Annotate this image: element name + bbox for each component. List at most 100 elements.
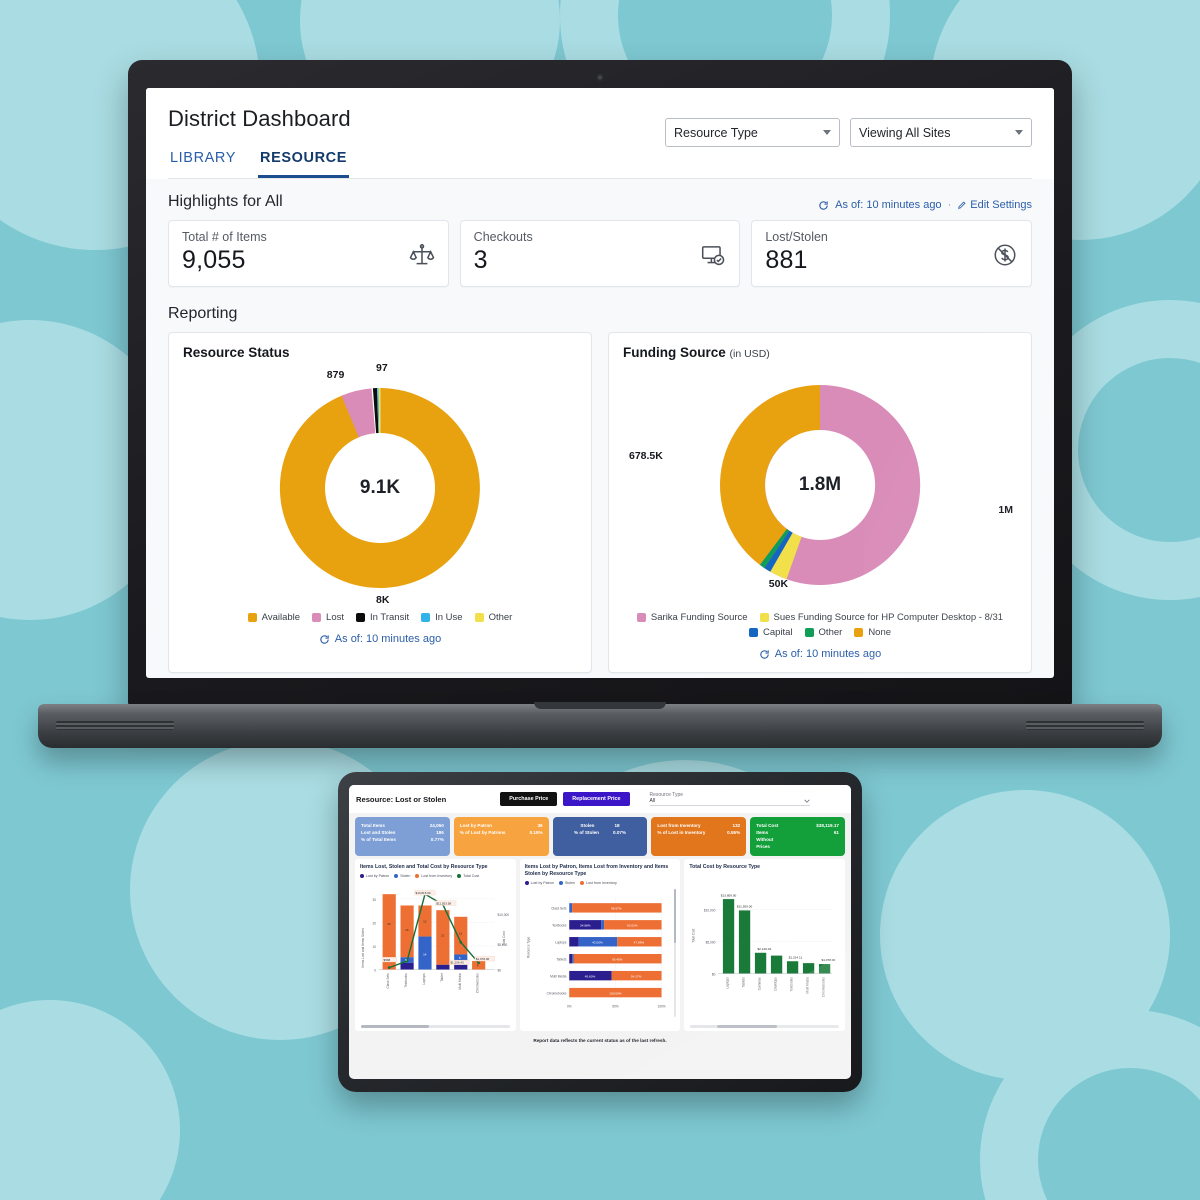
data-label-sarika: 1M [998, 504, 1013, 516]
panel3-ytick: $5,000 [706, 940, 716, 944]
svg-text:12: 12 [423, 919, 427, 923]
panel1-y2tick: $10,000 [497, 913, 509, 917]
kpi-key: Lost and Stolen [361, 830, 396, 836]
kpi-checkouts[interactable]: Checkouts 3 [459, 220, 741, 287]
price-toggle-group: Purchase Price Replacement Price [500, 792, 630, 806]
legend-item[interactable]: Available [247, 612, 300, 623]
legend-label: Sarika Funding Source [650, 612, 748, 623]
legend-item[interactable]: In Transit [356, 612, 409, 623]
legend-item[interactable]: Other [804, 627, 843, 638]
legend-item[interactable]: Sarika Funding Source [636, 612, 748, 623]
site-scope-value: Viewing All Sites [859, 125, 951, 140]
refresh-icon[interactable] [319, 634, 330, 645]
panel2-ylabel: Resource Type [526, 937, 530, 959]
data-label-available: 8K [376, 594, 390, 606]
kpi-label: Total # of Items [182, 230, 267, 244]
legend-label: Capital [762, 627, 793, 638]
kpi-line: % of Lost in Inventory 0.55% [657, 829, 740, 836]
svg-text:$13,859.00: $13,859.00 [721, 893, 737, 897]
edit-settings-label: Edit Settings [970, 199, 1032, 211]
svg-text:0%: 0% [567, 1005, 572, 1009]
scales-icon [409, 242, 435, 271]
tablet-kpi-total-items[interactable]: Total Items 24,050 Lost and Stolen 186 % o… [355, 817, 450, 856]
highlights-section: Highlights for All As of: 10 minutes ago… [146, 179, 1054, 287]
tablet-kpi-lost-from-inventory[interactable]: Lost from Inventory 132 % of Lost in Inve… [651, 817, 747, 856]
tablet-filter-value: All [649, 798, 656, 804]
panel3-scrollbar[interactable] [690, 1025, 840, 1028]
legend-item[interactable]: Lost [312, 612, 344, 623]
legend-item[interactable]: None [854, 627, 891, 638]
svg-text:Textbooks: Textbooks [552, 924, 567, 928]
svg-text:Class Sets: Class Sets [386, 973, 390, 989]
kpi-val: 0.07% [612, 830, 627, 836]
svg-text:$1,078.06: $1,078.06 [476, 957, 490, 961]
kpi-total-items[interactable]: Total # of Items 9,055 [168, 220, 449, 287]
site-scope-select[interactable]: Viewing All Sites [850, 118, 1032, 147]
funding-source-as-of: As of: 10 minutes ago [623, 638, 1017, 664]
legend-swatch [804, 628, 814, 637]
svg-text:Textbooks: Textbooks [404, 973, 408, 988]
replacement-price-button[interactable]: Replacement Price [563, 792, 630, 806]
panel2-scrollbar[interactable] [673, 889, 677, 1017]
highlights-as-of: As of: 10 minutes ago [835, 199, 942, 211]
tab-library[interactable]: LIBRARY [168, 146, 238, 178]
legend-item[interactable]: Sues Funding Source for HP Computer Desk… [759, 612, 1003, 623]
panel1-scroll-thumb[interactable] [361, 1025, 430, 1028]
dashboard-header: District Dashboard LIBRARY RESOURCE Reso… [146, 88, 1054, 179]
svg-text:21: 21 [441, 934, 445, 938]
legend-swatch [421, 613, 431, 622]
svg-text:Tablets: Tablets [742, 977, 746, 988]
legend-label: Other [818, 627, 843, 638]
funding-source-subtitle: (in USD) [729, 348, 770, 360]
legend-item[interactable]: Capital [748, 627, 793, 638]
panel2-scroll-thumb[interactable] [673, 889, 677, 943]
svg-text:Cameras: Cameras [758, 977, 762, 990]
pencil-icon [958, 201, 966, 209]
panel2-chart-svg: Resource Type Class Sets Textbooks Laptops… [526, 898, 665, 1009]
kpi-lost-stolen[interactable]: Lost/Stolen 881 [751, 220, 1033, 287]
tablet-kpi-lost-by-patron[interactable]: Lost by Patron 36 % of Lost by Patrons 0.1… [453, 817, 549, 856]
reporting-section: Reporting Resource Status 9.1K 879 97 8K… [146, 287, 1054, 673]
svg-text:$2,126.04: $2,126.04 [758, 947, 772, 951]
report-cards: Resource Status 9.1K 879 97 8K Available… [168, 332, 1032, 673]
purchase-price-button[interactable]: Purchase Price [500, 792, 558, 806]
refresh-icon[interactable] [759, 649, 770, 660]
checkout-monitor-icon [700, 242, 726, 271]
webcam-icon [596, 74, 604, 81]
resource-type-value: Resource Type [674, 125, 758, 140]
kpi-line: % of Total Items 0.77% [361, 836, 444, 843]
svg-text:96.97%: 96.97% [611, 907, 622, 911]
panel1-ytick: 20 [372, 921, 376, 925]
kpi-row: Total # of Items 9,055 Checkouts 3 Lost/… [168, 220, 1033, 287]
panel1-ylabel: Items Lost and Items Stolen [361, 928, 365, 968]
filter-controls: Resource Type Viewing All Sites [665, 118, 1032, 147]
tablet-screen: Resource: Lost or Stolen Purchase Price … [349, 785, 851, 1079]
kpi-key: Lost by Patron [459, 823, 492, 828]
card-funding-source: Funding Source (in USD) 1.8M 678.5K 1M 5… [608, 332, 1032, 673]
tablet-resource-type-filter[interactable]: Resource Type All [649, 792, 810, 806]
tablet-kpi-stolen[interactable]: Stolen 18 % of Stolen 0.07% [552, 817, 648, 856]
data-label-none: 678.5K [629, 450, 663, 462]
panel3-chart-svg: Total Cost $10,000 $5,000 $0 $13,859.00 … [692, 893, 836, 997]
card-resource-status: Resource Status 9.1K 879 97 8K Available… [168, 332, 592, 673]
panel3-scroll-thumb[interactable] [717, 1025, 777, 1028]
legend-item[interactable]: Other [474, 612, 512, 623]
resource-type-select[interactable]: Resource Type [665, 118, 840, 147]
panel1-scrollbar[interactable] [361, 1025, 510, 1028]
tab-resource[interactable]: RESOURCE [258, 146, 349, 178]
tablet-kpi-total-cost[interactable]: Total Cost $38,119.17 Items Without Price… [750, 817, 845, 856]
svg-text:Chromebooks: Chromebooks [476, 973, 480, 993]
resource-status-center-label: 9.1K [359, 477, 401, 498]
panel3-ytick: $10,000 [704, 908, 716, 912]
tab-bar: LIBRARY RESOURCE [168, 146, 1032, 179]
legend-swatch [247, 613, 257, 622]
refresh-icon[interactable] [818, 200, 829, 211]
svg-text:16: 16 [405, 928, 409, 932]
dollar-slash-icon [992, 242, 1018, 271]
edit-settings-link[interactable]: Edit Settings [957, 199, 1032, 211]
legend-item[interactable]: In Use [421, 612, 463, 623]
laptop-lid: District Dashboard LIBRARY RESOURCE Reso… [128, 60, 1072, 708]
as-of-label: As of: 10 minutes ago [334, 633, 442, 645]
as-of-label: As of: 10 minutes ago [774, 648, 882, 660]
tablet-filter-box[interactable]: All [649, 798, 810, 806]
